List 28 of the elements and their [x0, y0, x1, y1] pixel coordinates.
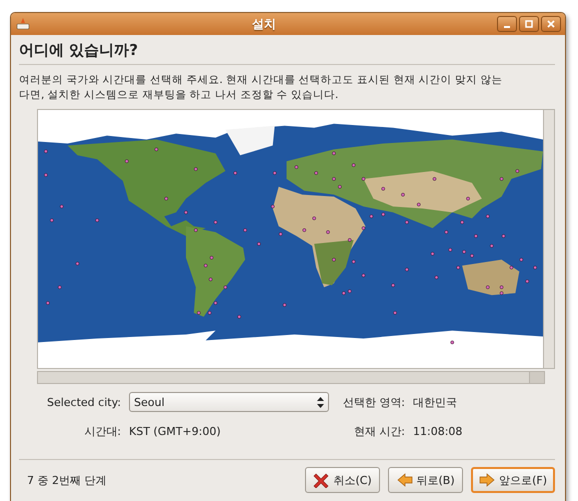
field-label: 현재 시간:: [352, 424, 405, 439]
close-icon: [547, 20, 555, 28]
window-title: 설치: [251, 16, 277, 32]
world-map-drawing[interactable]: [38, 110, 543, 368]
installer-icon: [15, 17, 31, 31]
arrow-right-icon: [479, 472, 496, 488]
city-dropdown[interactable]: Seoul: [129, 392, 329, 412]
updown-icon: [317, 396, 324, 408]
field-value: 11:08:08: [413, 425, 464, 438]
field-label: 선택한 영역:: [342, 394, 405, 410]
vertical-scrollbar[interactable]: [544, 109, 555, 369]
minimize-button[interactable]: [497, 16, 517, 32]
description-text: 여러분의 국가와 시간대를 선택해 주세요. 현재 시간대를 선택하고도 표시된 현재 시간이 맞지 않는 다면, 설치한 시스템으로 재부팅을 하고 나서 조정할 수 있습니다.: [19, 73, 504, 103]
page-heading: 어디에 있습니까?: [19, 39, 555, 65]
horizontal-scrollbar[interactable]: [37, 371, 545, 384]
maximize-button[interactable]: [519, 16, 539, 32]
cancel-button[interactable]: 취소(C): [305, 467, 380, 493]
back-button[interactable]: 뒤로(B): [388, 467, 464, 493]
field-label: Selected city:: [46, 396, 121, 408]
close-button[interactable]: [541, 16, 561, 32]
field-value: 대한민국: [413, 394, 458, 410]
maximize-icon: [525, 20, 533, 28]
field-value: KST (GMT+9:00): [129, 425, 222, 438]
step-counter: 7 중 2번째 단계: [27, 472, 108, 488]
field-label: 시간대:: [83, 424, 121, 439]
forward-button[interactable]: 앞으로(F): [471, 467, 555, 493]
cross-icon: [313, 472, 330, 488]
arrow-left-icon: [396, 472, 412, 488]
